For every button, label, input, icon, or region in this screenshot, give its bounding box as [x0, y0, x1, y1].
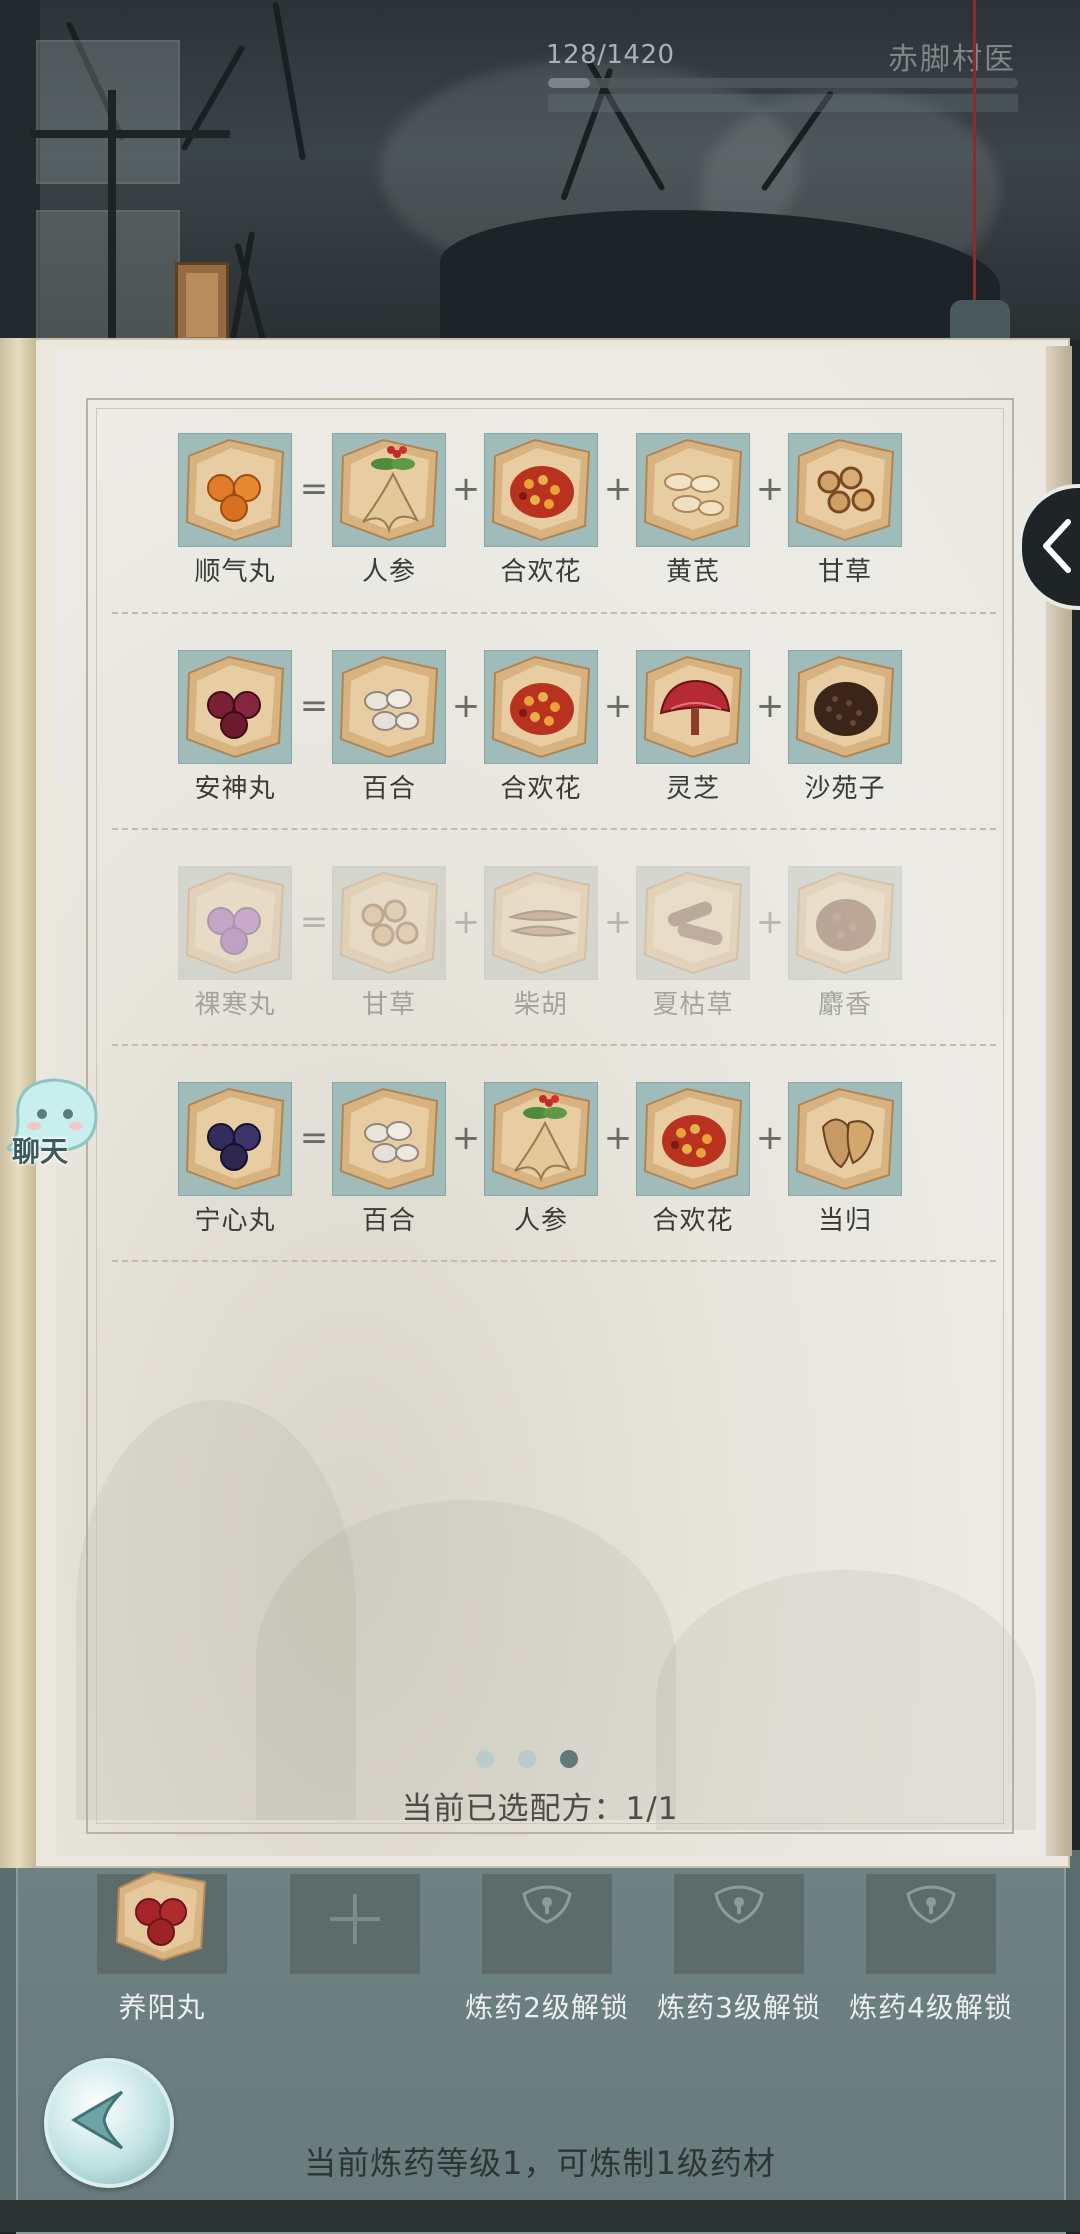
chat-label: 聊天: [12, 1135, 69, 1168]
row-divider: [112, 828, 996, 830]
item-label: 柴胡: [513, 990, 568, 1020]
plus-icon: [330, 1894, 380, 1944]
item-label: 当归: [817, 1206, 872, 1236]
equals-sign: =: [299, 902, 329, 942]
item-label: 甘草: [361, 990, 416, 1020]
recipe-row[interactable]: 顺气丸 = 人参 + 合欢花 + 黄芪 + 甘草: [0, 433, 1080, 613]
plus-sign: +: [603, 902, 633, 942]
item-label: 夏枯草: [652, 990, 734, 1020]
selected-recipe-count: 当前已选配方：1/1: [401, 1791, 679, 1827]
plus-sign: +: [451, 469, 481, 509]
lock-icon: [906, 1885, 956, 1924]
plus-sign: +: [451, 686, 481, 726]
row-divider: [112, 1260, 996, 1262]
plus-sign: +: [755, 469, 785, 509]
recipe-row[interactable]: 安神丸 = 百合 + 合欢花 + 灵芝 + 沙苑子: [0, 650, 1080, 830]
plus-sign: +: [603, 469, 633, 509]
plus-sign: +: [755, 1118, 785, 1158]
slot-label: 炼药3级解锁: [657, 1991, 821, 2024]
plus-sign: +: [755, 902, 785, 942]
lock-icon: [714, 1885, 764, 1924]
craft-slot-2[interactable]: [290, 1874, 420, 1974]
ginseng-icon: [339, 438, 439, 542]
yangyang-pill-icon: [115, 1870, 207, 1962]
quhan-pill-icon: [185, 871, 285, 975]
item-label: 合欢花: [500, 557, 582, 587]
anshen-pill-icon: [185, 655, 285, 759]
row-divider: [112, 612, 996, 614]
page-dot-1[interactable]: [476, 1750, 494, 1768]
lock-icon: [522, 1885, 572, 1924]
item-label: 麝香: [817, 990, 872, 1020]
item-label: 黄芪: [665, 557, 720, 587]
licorice-icon: [339, 871, 439, 975]
equals-sign: =: [299, 1118, 329, 1158]
plus-sign: +: [603, 1118, 633, 1158]
item-label: 安神丸: [194, 774, 276, 804]
craft-slot-5[interactable]: 炼药4级解锁: [849, 1874, 1012, 2024]
item-label: 合欢花: [652, 1206, 734, 1236]
item-label: 人参: [513, 1206, 568, 1236]
ginseng-icon: [491, 1087, 591, 1191]
ningxin-pill-icon: [185, 1087, 285, 1191]
item-label: 合欢花: [500, 774, 582, 804]
progress-fill: [548, 78, 591, 88]
slot-label: 养阳丸: [118, 1991, 206, 2024]
flatstem-milkvetch-seed-icon: [795, 655, 895, 759]
item-label: 顺气丸: [194, 557, 276, 587]
craft-slot-4[interactable]: 炼药3级解锁: [657, 1874, 820, 2024]
albizia-flower-icon: [491, 438, 591, 542]
licorice-icon: [795, 438, 895, 542]
item-label: 百合: [361, 774, 416, 804]
row-divider: [112, 1044, 996, 1046]
chevron-left-icon: [1043, 519, 1071, 573]
page-indicator: [476, 1750, 596, 1770]
shunqi-pill-icon: [185, 438, 285, 542]
alchemy-level-status: 当前炼药等级1，可炼制1级药材: [304, 2144, 776, 2182]
item-label: 宁心丸: [194, 1206, 276, 1236]
plus-sign: +: [603, 686, 633, 726]
hanging-pouch: [950, 300, 1010, 340]
recipe-row-locked[interactable]: 祼寒丸 = 甘草 + 柴胡 + 夏枯草 + 麝香: [0, 866, 1080, 1046]
lily-bulb-icon: [339, 1087, 439, 1191]
item-label: 灵芝: [665, 774, 720, 804]
wooden-post: [108, 90, 116, 340]
albizia-flower-icon: [491, 655, 591, 759]
craft-slot-1[interactable]: 养阳丸: [97, 1870, 227, 2024]
lingzhi-icon: [643, 655, 743, 759]
slot-label: 炼药2级解锁: [465, 1991, 629, 2024]
hanging-rope: [973, 0, 976, 302]
craft-slot-3[interactable]: 炼药2级解锁: [465, 1874, 628, 2024]
page-dot-2[interactable]: [518, 1750, 536, 1768]
item-label: 祼寒丸: [194, 990, 276, 1020]
equals-sign: =: [299, 469, 329, 509]
lily-bulb-icon: [339, 655, 439, 759]
npc-name-bar: [548, 94, 1018, 112]
item-label: 人参: [361, 557, 416, 587]
albizia-flower-icon: [643, 1087, 743, 1191]
astragalus-icon: [643, 438, 743, 542]
bupleurum-icon: [491, 871, 591, 975]
angelica-icon: [795, 1087, 895, 1191]
plus-sign: +: [755, 686, 785, 726]
night-scene-background: 128/1420 赤脚村医: [0, 0, 1080, 340]
lantern: [175, 262, 229, 340]
item-label: 百合: [361, 1206, 416, 1236]
item-label: 甘草: [817, 557, 872, 587]
musk-icon: [795, 871, 895, 975]
page-dot-3-active[interactable]: [560, 1750, 578, 1768]
plus-sign: +: [451, 902, 481, 942]
recipe-row[interactable]: 宁心丸 = 百合 + 人参 + 合欢花 + 当归: [0, 1082, 1080, 1262]
wooden-beam: [30, 130, 230, 138]
progress-bar: [548, 78, 1018, 88]
progress-text: 128/1420: [546, 40, 675, 70]
prunella-icon: [643, 871, 743, 975]
npc-name: 赤脚村医: [888, 42, 1016, 77]
tray-rail: [0, 2200, 1080, 2232]
equals-sign: =: [299, 686, 329, 726]
slot-label: 炼药4级解锁: [849, 1991, 1013, 2024]
plus-sign: +: [451, 1118, 481, 1158]
item-label: 沙苑子: [804, 774, 886, 804]
